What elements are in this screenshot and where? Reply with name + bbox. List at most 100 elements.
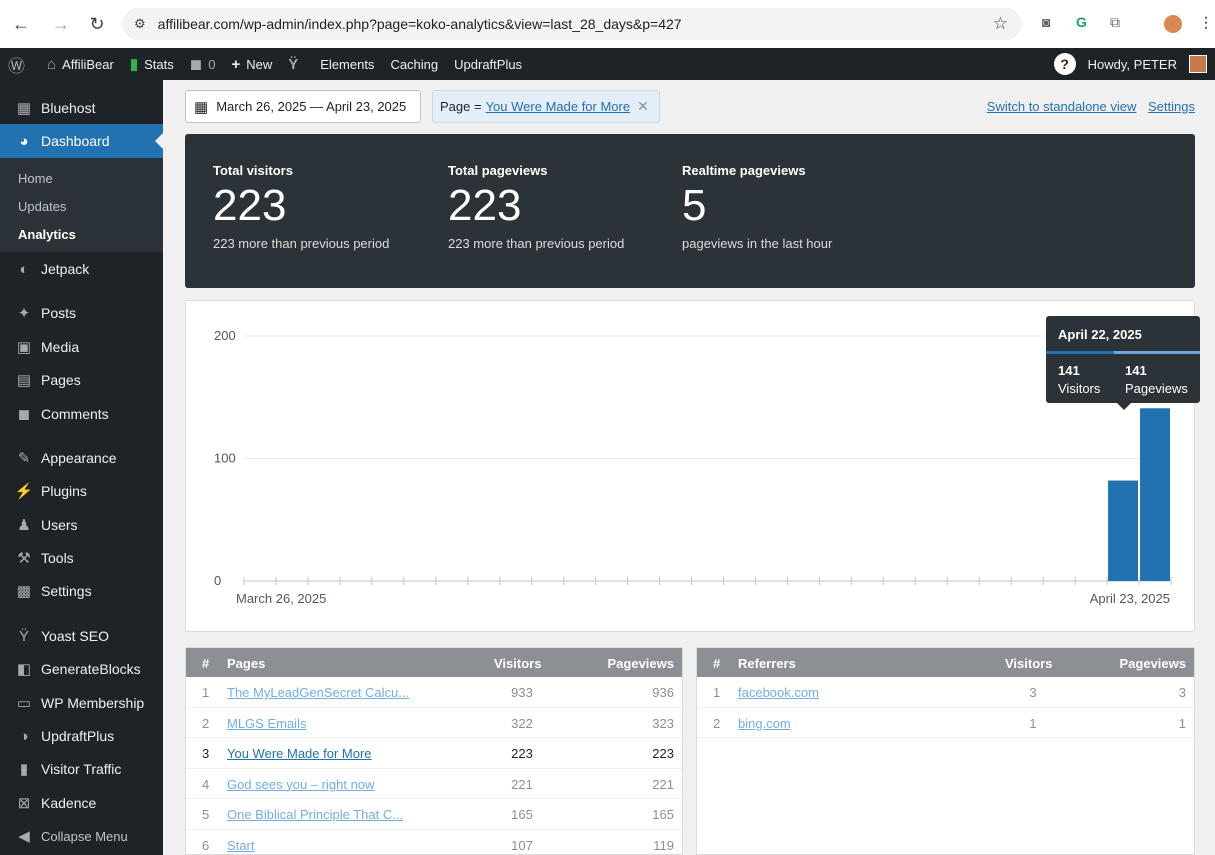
sidebar-item-posts[interactable]: ✦ Posts [0, 296, 163, 330]
address-bar[interactable]: ⚙ affilibear.com/wp-admin/index.php?page… [122, 8, 1022, 40]
pageviews-chart: 0 100 200 March 26, 2025 April 23, 2025 [214, 328, 1172, 606]
row-title-link[interactable]: facebook.com [738, 685, 819, 700]
back-arrow-icon[interactable]: ← [8, 11, 34, 37]
site-name-link[interactable]: ⌂ AffiliBear [39, 48, 122, 80]
membership-icon: ▭ [16, 695, 32, 712]
sidebar-item-wp-membership[interactable]: ▭ WP Membership [0, 686, 163, 720]
chart-container: 0 100 200 March 26, 2025 April 23, 2025 [185, 300, 1195, 632]
comment-icon: ◼ [17, 406, 31, 423]
comments-link[interactable]: ◼ 0 [182, 48, 224, 80]
grammarly-icon[interactable]: G [1076, 14, 1087, 30]
row-title-link[interactable]: The MyLeadGenSecret Calcu... [227, 685, 409, 700]
user-avatar[interactable] [1189, 55, 1207, 73]
reload-icon[interactable]: ↻ [84, 11, 110, 37]
brush-icon: ✎ [17, 450, 31, 467]
new-content-link[interactable]: + New [223, 48, 280, 80]
tooltip-divider-accent [1046, 351, 1114, 354]
table-row: 2 MLGS Emails 322 323 [186, 708, 682, 738]
help-icon[interactable]: ? [1053, 53, 1076, 75]
row-rank: 3 [202, 746, 210, 761]
sidebar-item-collapse-menu[interactable]: ◀ Collapse Menu [0, 819, 163, 853]
sidebar-item-appearance[interactable]: ✎ Appearance [0, 441, 163, 475]
howdy-user-link[interactable]: Howdy, PETER [1088, 57, 1177, 72]
sidebar-item-yoast-seo[interactable]: Ÿ Yoast SEO [0, 619, 163, 653]
submenu-analytics[interactable]: Analytics [18, 227, 76, 242]
sidebar-item-label: Bluehost [41, 100, 96, 116]
sidebar-item-comments[interactable]: ◼ Comments [0, 397, 163, 431]
sidebar-item-settings[interactable]: ▩ Settings [0, 574, 163, 608]
stats-bars-icon: ▮ [129, 56, 139, 73]
sidebar-item-tools[interactable]: ⚒ Tools [0, 541, 163, 575]
yoast-admin-icon[interactable]: Ÿ [280, 48, 312, 80]
tooltip-visitors-label: Visitors [1058, 381, 1101, 396]
sidebar-item-media[interactable]: ▣ Media [0, 330, 163, 364]
submenu-home[interactable]: Home [18, 171, 53, 186]
col-rank: # [202, 656, 210, 671]
caching-link[interactable]: Caching [382, 48, 446, 80]
y-tick-label: 200 [214, 328, 236, 343]
chart-bar [1140, 408, 1170, 581]
forward-arrow-icon[interactable]: → [48, 11, 74, 37]
close-icon[interactable]: ✕ [637, 98, 649, 115]
row-title-link[interactable]: MLGS Emails [227, 716, 306, 731]
sidebar-item-visitor-traffic[interactable]: ▮ Visitor Traffic [0, 752, 163, 786]
sidebar-item-label: Posts [41, 305, 77, 321]
page-filter-link[interactable]: You Were Made for More [486, 99, 631, 114]
camera-icon[interactable]: ◙ [1042, 14, 1050, 30]
row-rank: 2 [713, 715, 721, 731]
sidebar-item-updraftplus[interactable]: ◑ UpdraftPlus [0, 719, 163, 753]
row-title-link[interactable]: One Biblical Principle That C... [227, 807, 403, 822]
sidebar-item-label: Jetpack [41, 261, 90, 277]
row-title-link[interactable]: Start [227, 838, 254, 853]
extensions-icon[interactable]: ⧉ [1110, 14, 1120, 31]
profile-avatar[interactable] [1164, 15, 1182, 33]
date-range-picker[interactable]: ▦ March 26, 2025 — April 23, 2025 [185, 90, 421, 123]
sidebar-item-label: GenerateBlocks [41, 661, 141, 677]
row-title-link[interactable]: God sees you – right now [227, 777, 374, 792]
updraftplus-link[interactable]: UpdraftPlus [446, 48, 530, 80]
referrers-table: # Referrers Visitors Pageviews 1 facebook… [696, 647, 1195, 855]
realtime-pageviews: Realtime pageviews 5 pageviews in the la… [682, 163, 832, 251]
menu-kebab-icon[interactable]: ⋮ [1199, 14, 1213, 31]
col-referrers: Referrers [738, 656, 796, 671]
sidebar-item-kadence[interactable]: ⊠ Kadence [0, 786, 163, 820]
settings-icon: ▩ [16, 583, 32, 600]
sidebar-item-plugins[interactable]: ⚡ Plugins [0, 474, 163, 508]
col-rank: # [713, 656, 721, 671]
standalone-view-link[interactable]: Switch to standalone view [987, 99, 1137, 114]
sidebar-item-users[interactable]: ♟ Users [0, 508, 163, 542]
sidebar-item-bluehost[interactable]: ▦ Bluehost [0, 91, 163, 125]
dashboard-submenu: Home Updates Analytics [0, 158, 163, 252]
pages-icon: ▤ [16, 372, 32, 389]
sidebar-item-label: Collapse Menu [41, 828, 128, 844]
row-pageviews: 165 [652, 807, 674, 822]
bookmark-star-icon[interactable]: ☆ [993, 14, 1008, 34]
table-header: # Referrers Visitors Pageviews [697, 648, 1194, 677]
submenu-updates[interactable]: Updates [18, 199, 66, 214]
table-row: 2 bing.com 1 1 [697, 708, 1194, 738]
site-info-icon[interactable]: ⚙ [134, 16, 146, 32]
stats-link[interactable]: ▮ Stats [122, 48, 182, 80]
total-sub: 223 more than previous period [448, 236, 625, 251]
sidebar-item-label: Appearance [41, 450, 117, 466]
y-tick-label: 0 [214, 573, 221, 588]
yoast-icon: Ÿ [18, 627, 29, 645]
plugin-icon: ⚡ [14, 483, 34, 500]
user-icon: ♟ [17, 517, 31, 534]
sidebar-item-pages[interactable]: ▤ Pages [0, 363, 163, 397]
row-rank: 5 [202, 807, 210, 822]
total-value: 223 [448, 181, 522, 230]
total-label: Total pageviews [448, 163, 548, 178]
sidebar-item-jetpack[interactable]: ◐ Jetpack [0, 252, 163, 286]
row-title-link[interactable]: You Were Made for More [227, 746, 372, 761]
settings-link[interactable]: Settings [1148, 99, 1195, 114]
wordpress-logo-icon[interactable]: Ⓦ [0, 48, 39, 80]
sidebar-item-label: Dashboard [41, 133, 110, 149]
elements-link[interactable]: Elements [312, 48, 382, 80]
sidebar-item-generateblocks[interactable]: ◧ GenerateBlocks [0, 652, 163, 686]
sidebar-item-dashboard[interactable]: ◕ Dashboard [0, 124, 163, 158]
tooltip-visitors-value: 141 [1058, 363, 1080, 378]
sidebar-item-label: Tools [41, 550, 74, 566]
row-title-link[interactable]: bing.com [738, 716, 791, 731]
calendar-icon: ▦ [194, 98, 209, 116]
